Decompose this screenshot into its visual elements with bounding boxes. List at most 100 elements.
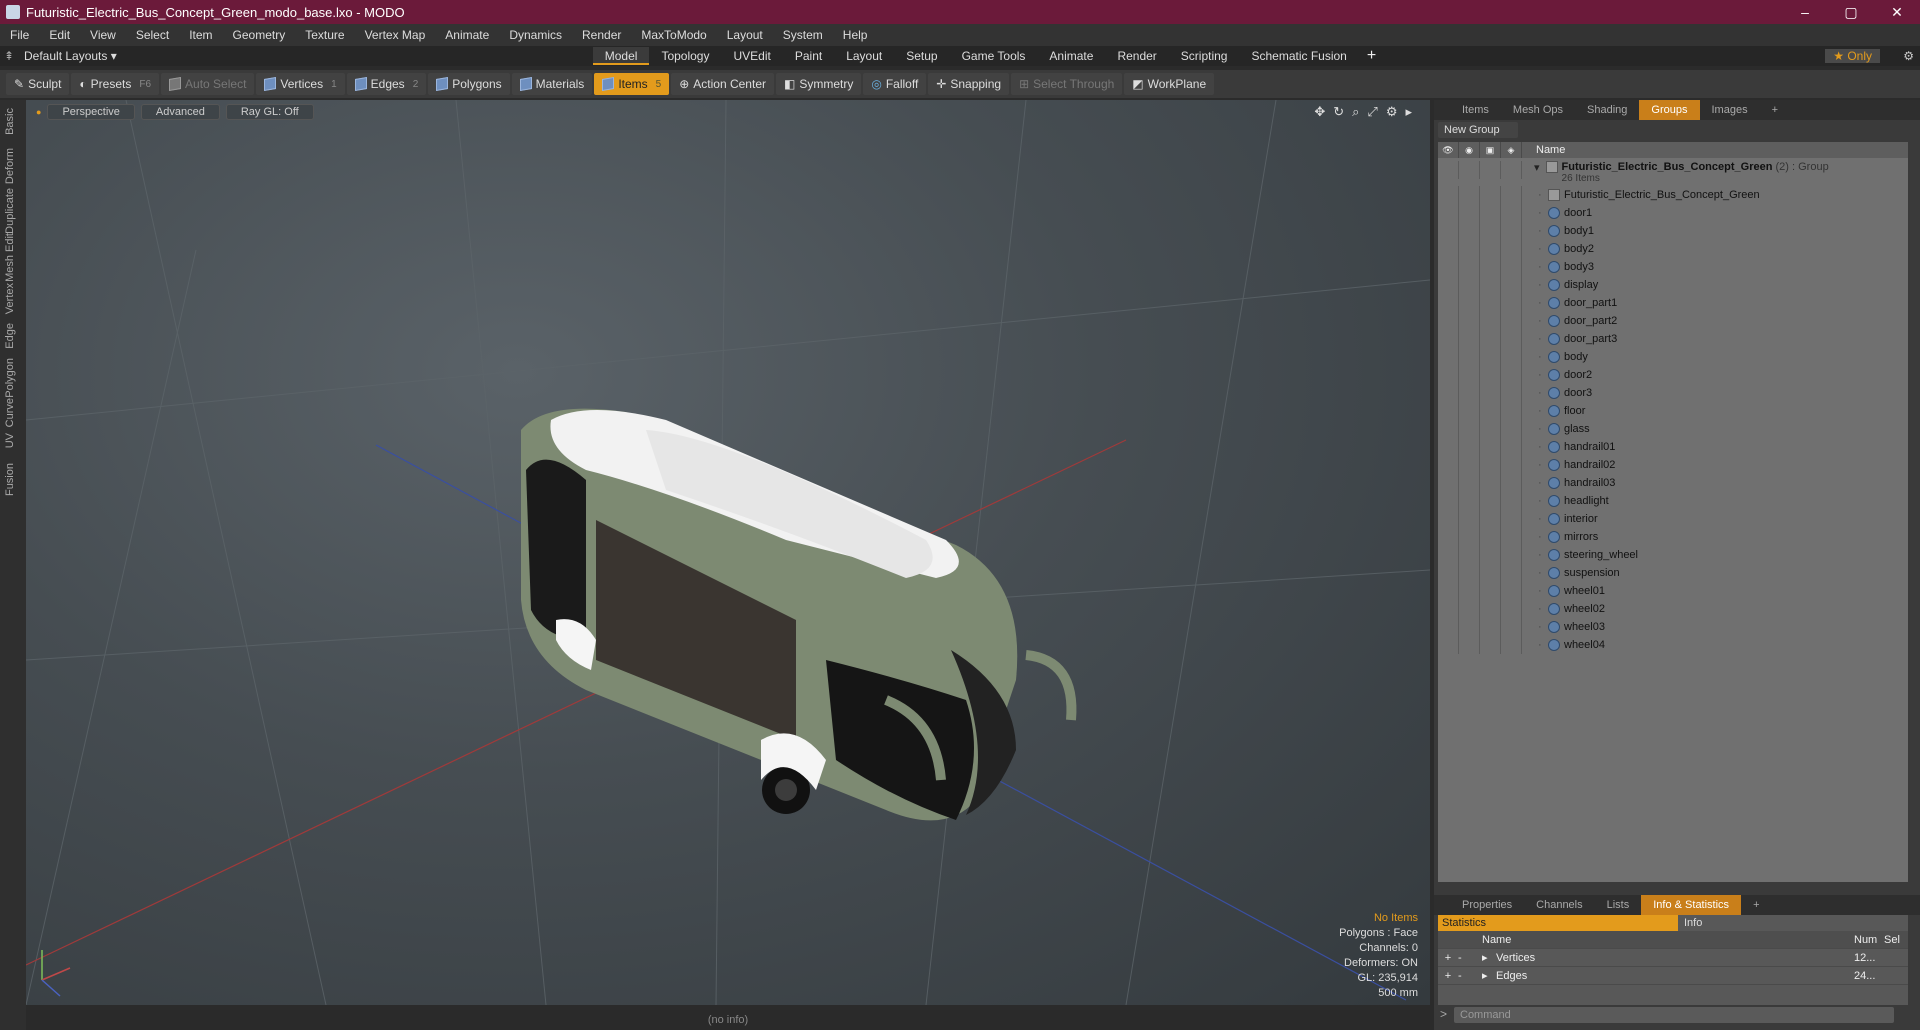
collapse-minus-icon[interactable]: - xyxy=(1458,970,1482,982)
info-tab[interactable]: Info xyxy=(1678,915,1702,931)
tab-game-tools[interactable]: Game Tools xyxy=(950,47,1038,65)
left-tab-fusion[interactable]: Fusion xyxy=(4,463,16,496)
items-mode-button[interactable]: Items 5 xyxy=(594,73,670,95)
tab-uvedit[interactable]: UVEdit xyxy=(721,47,782,65)
left-tab-curve[interactable]: Curve xyxy=(4,398,16,427)
collapse-minus-icon[interactable]: - xyxy=(1458,952,1482,964)
pin-icon[interactable]: ⇞ xyxy=(0,49,18,63)
left-tab-mesh-edit[interactable]: Mesh Edit xyxy=(4,233,16,282)
tree-item[interactable]: · Futuristic_Electric_Bus_Concept_Green xyxy=(1438,186,1908,204)
tree-item[interactable]: · door2 xyxy=(1438,366,1908,384)
menu-file[interactable]: File xyxy=(0,28,39,42)
close-button[interactable]: ✕ xyxy=(1874,0,1920,24)
left-tab-uv[interactable]: UV xyxy=(4,433,16,448)
viewport-settings-icon[interactable]: ⚙ xyxy=(1386,104,1398,120)
shading-dropdown[interactable]: Advanced xyxy=(140,104,220,120)
tab-layout[interactable]: Layout xyxy=(834,47,894,65)
expand-arrow-icon[interactable]: ▸ xyxy=(1405,104,1412,120)
tree-item[interactable]: · wheel01 xyxy=(1438,582,1908,600)
render-col-icon[interactable]: ◉ xyxy=(1459,142,1480,158)
falloff-button[interactable]: ◎ Falloff xyxy=(863,73,927,95)
tree-item[interactable]: · door1 xyxy=(1438,204,1908,222)
expand-plus-icon[interactable]: + xyxy=(1438,952,1458,964)
pan-icon[interactable]: ✥ xyxy=(1314,104,1325,120)
tree-item[interactable]: · glass xyxy=(1438,420,1908,438)
tab-animate[interactable]: Animate xyxy=(1037,47,1105,65)
maximize-button[interactable]: ▢ xyxy=(1828,0,1874,24)
zoom-icon[interactable]: ⌕ xyxy=(1352,104,1359,120)
tree-item[interactable]: · floor xyxy=(1438,402,1908,420)
collapse-arrow-icon[interactable]: ▾ xyxy=(1534,161,1540,174)
perspective-dropdown[interactable]: Perspective xyxy=(47,104,135,120)
menu-help[interactable]: Help xyxy=(833,28,878,42)
tree-item[interactable]: · wheel03 xyxy=(1438,618,1908,636)
tab-shading[interactable]: Shading xyxy=(1575,100,1639,120)
group-row[interactable]: ▾ Futuristic_Electric_Bus_Concept_Green … xyxy=(1438,158,1908,186)
menu-animate[interactable]: Animate xyxy=(435,28,499,42)
visibility-col-icon[interactable]: 👁 xyxy=(1438,142,1459,158)
tab-topology[interactable]: Topology xyxy=(649,47,721,65)
3d-viewport[interactable]: ● Perspective Advanced Ray GL: Off ✥ ↻ ⌕… xyxy=(26,100,1430,1005)
tab-channels[interactable]: Channels xyxy=(1524,895,1594,915)
add-layout-tab-button[interactable]: + xyxy=(1367,47,1376,65)
workplane-button[interactable]: ◩ WorkPlane xyxy=(1124,73,1215,95)
fit-icon[interactable]: ⤢ xyxy=(1367,104,1377,120)
menu-render[interactable]: Render xyxy=(572,28,631,42)
sculpt-button[interactable]: ✎ Sculpt xyxy=(6,73,70,95)
tree-item[interactable]: · body3 xyxy=(1438,258,1908,276)
menu-maxtomodo[interactable]: MaxToModo xyxy=(631,28,716,42)
symmetry-button[interactable]: ◧ Symmetry xyxy=(775,73,862,95)
tree-item[interactable]: · suspension xyxy=(1438,564,1908,582)
tree-item[interactable]: · handrail02 xyxy=(1438,456,1908,474)
tree-item[interactable]: · body2 xyxy=(1438,240,1908,258)
tab-properties[interactable]: Properties xyxy=(1450,895,1524,915)
tree-item[interactable]: · door_part1 xyxy=(1438,294,1908,312)
tree-item[interactable]: · body1 xyxy=(1438,222,1908,240)
left-tab-polygon[interactable]: Polygon xyxy=(4,358,16,398)
tree-item[interactable]: · display xyxy=(1438,276,1908,294)
add-tab-button[interactable]: + xyxy=(1741,895,1771,915)
tab-mesh-ops[interactable]: Mesh Ops xyxy=(1501,100,1575,120)
tab-items[interactable]: Items xyxy=(1450,100,1501,120)
menu-select[interactable]: Select xyxy=(126,28,179,42)
edges-mode-button[interactable]: Edges 2 xyxy=(346,73,427,95)
select-col-icon[interactable]: ◈ xyxy=(1501,142,1522,158)
tree-item[interactable]: · steering_wheel xyxy=(1438,546,1908,564)
tree-item[interactable]: · door_part2 xyxy=(1438,312,1908,330)
expand-arrow-icon[interactable]: ▸ xyxy=(1482,951,1496,964)
vertices-mode-button[interactable]: Vertices 1 xyxy=(256,73,345,95)
select-through-button[interactable]: ⊞ Select Through xyxy=(1011,73,1123,95)
tree-item[interactable]: · wheel04 xyxy=(1438,636,1908,654)
viewport-menu-icon[interactable]: ● xyxy=(36,104,41,120)
tree-item[interactable]: · interior xyxy=(1438,510,1908,528)
table-row[interactable]: + - ▸ Vertices 12... xyxy=(1438,949,1908,967)
menu-edit[interactable]: Edit xyxy=(39,28,80,42)
menu-dynamics[interactable]: Dynamics xyxy=(499,28,572,42)
menu-system[interactable]: System xyxy=(773,28,833,42)
left-tab-duplicate[interactable]: Duplicate xyxy=(4,188,16,234)
tab-images[interactable]: Images xyxy=(1700,100,1760,120)
menu-geometry[interactable]: Geometry xyxy=(223,28,296,42)
snapping-button[interactable]: ✛ Snapping xyxy=(928,73,1010,95)
lock-col-icon[interactable]: ▣ xyxy=(1480,142,1501,158)
tree-item[interactable]: · body xyxy=(1438,348,1908,366)
menu-item[interactable]: Item xyxy=(179,28,222,42)
left-tab-vertex[interactable]: Vertex xyxy=(4,283,16,314)
tab-groups[interactable]: Groups xyxy=(1639,100,1700,120)
minimize-button[interactable]: – xyxy=(1782,0,1828,24)
tree-item[interactable]: · headlight xyxy=(1438,492,1908,510)
tree-item[interactable]: · door_part3 xyxy=(1438,330,1908,348)
tab-lists[interactable]: Lists xyxy=(1595,895,1642,915)
statistics-tab[interactable]: Statistics xyxy=(1438,915,1678,931)
menu-vertex-map[interactable]: Vertex Map xyxy=(355,28,436,42)
gear-icon[interactable]: ⚙ xyxy=(1903,49,1914,63)
tab-render[interactable]: Render xyxy=(1105,47,1168,65)
tab-setup[interactable]: Setup xyxy=(894,47,949,65)
auto-select-button[interactable]: Auto Select xyxy=(161,73,255,95)
expand-arrow-icon[interactable]: ▸ xyxy=(1482,969,1496,982)
only-button[interactable]: ★ Only xyxy=(1825,49,1880,63)
command-input[interactable]: Command xyxy=(1454,1007,1894,1023)
menu-layout[interactable]: Layout xyxy=(717,28,773,42)
presets-button[interactable]: ◐ Presets F6 xyxy=(71,73,160,95)
tree-item[interactable]: · door3 xyxy=(1438,384,1908,402)
